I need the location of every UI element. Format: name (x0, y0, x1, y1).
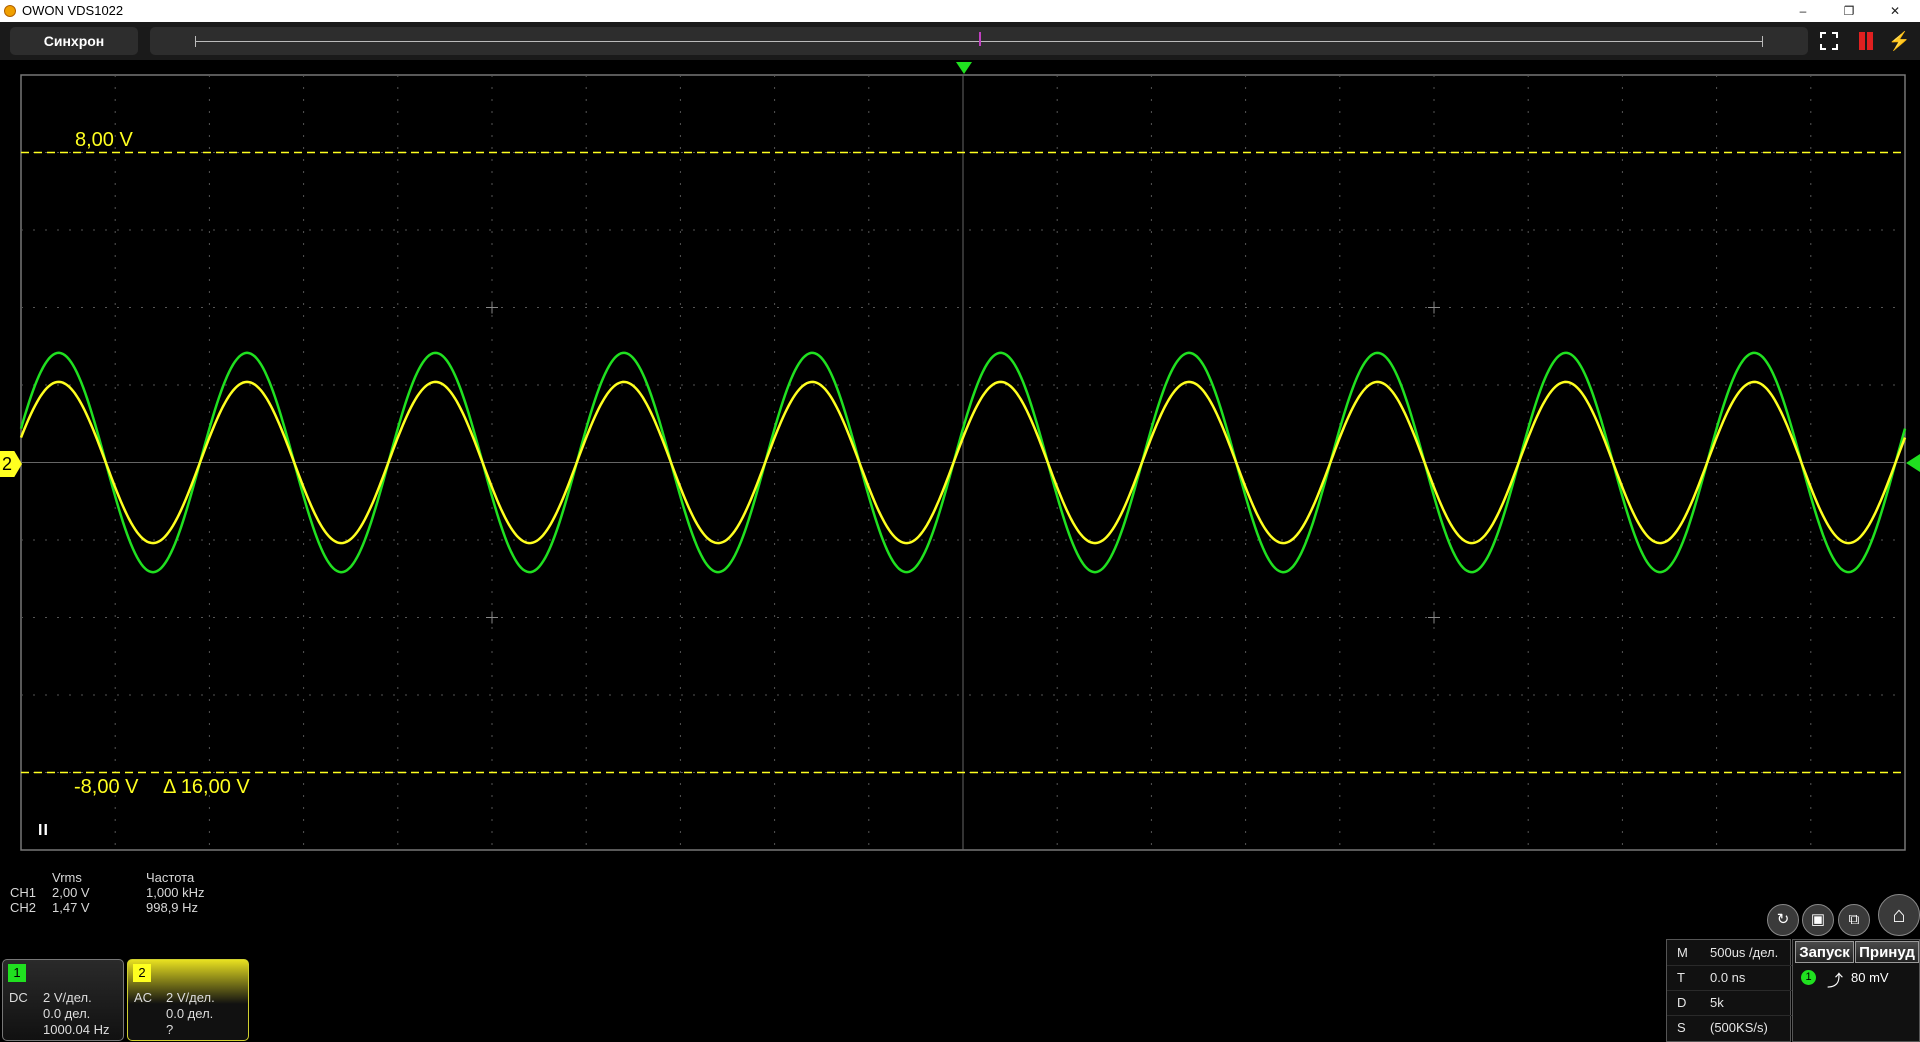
timebase-row-t: T 0.0 ns (1667, 965, 1792, 991)
home-icon[interactable]: ⌂ (1878, 894, 1920, 936)
row-key: S (1677, 1020, 1686, 1035)
window-title: OWON VDS1022 (22, 3, 124, 18)
row-key: D (1677, 995, 1687, 1010)
channel-1-box[interactable]: 1 DC 2 V/дел. 0.0 дел. 1000.04 Hz (2, 959, 124, 1041)
timebase-panel[interactable]: M 500us /дел. T 0.0 ns D 5k S (500KS/s) (1666, 939, 1792, 1042)
channel-offset: 0.0 дел. (166, 1006, 214, 1021)
run-state-indicator: II (38, 822, 49, 839)
channel-frequency: 1000.04 Hz (43, 1022, 110, 1037)
meas-ch1-label: CH1 (10, 885, 37, 900)
channel-number: 2 (133, 964, 151, 982)
cursor-top-label: 8,00 V (75, 129, 133, 151)
channel-number: 1 (8, 964, 26, 982)
meas-ch2-label: CH2 (10, 900, 37, 915)
timebase-row-d: D 5k (1667, 990, 1792, 1016)
cursor-bottom-label: -8,00 V (74, 776, 139, 798)
force-trigger-button[interactable]: Принуд (1855, 941, 1919, 963)
meas-ch1-vrms: 2,00 V (52, 885, 90, 900)
pause-icon[interactable] (1855, 30, 1877, 52)
scope-screen[interactable] (19, 74, 1907, 851)
timebase-row-s: S (500KS/s) (1667, 1015, 1792, 1040)
channel-coupling: DC (9, 990, 28, 1005)
timeline-start-cap (195, 36, 196, 47)
trigger-level[interactable]: 80 mV (1851, 970, 1889, 985)
trigger-level-marker[interactable] (1906, 454, 1920, 472)
close-button[interactable]: ✕ (1872, 0, 1918, 22)
channel-scale: 2 V/дел. (43, 990, 92, 1005)
row-key: T (1677, 970, 1685, 985)
toolbar: Синхрон ⚡ (0, 22, 1920, 60)
meas-header-freq: Частота (146, 870, 195, 885)
channel-2-box[interactable]: 2 AC 2 V/дел. 0.0 дел. ? (127, 959, 249, 1041)
meas-ch2-vrms: 1,47 V (52, 900, 90, 915)
trigger-source-badge: 1 (1801, 970, 1816, 985)
save-icon[interactable]: ▣ (1802, 904, 1834, 936)
row-value: 5k (1710, 995, 1724, 1010)
channel-offset: 0.0 дел. (43, 1006, 91, 1021)
channel-scale: 2 V/дел. (166, 990, 215, 1005)
restore-button[interactable]: ❐ (1826, 0, 1872, 22)
start-button[interactable]: Запуск (1795, 941, 1854, 963)
waveform-display (19, 74, 1907, 851)
row-key: M (1677, 945, 1688, 960)
row-value: 0.0 ns (1710, 970, 1746, 985)
channel-frequency: ? (166, 1022, 174, 1037)
app-logo-icon (4, 5, 16, 17)
window-icon[interactable]: ⧉ (1838, 904, 1870, 936)
row-value: 500us /дел. (1710, 945, 1779, 960)
trigger-position-marker[interactable] (956, 62, 972, 74)
row-value: (500KS/s) (1710, 1020, 1768, 1035)
autoset-icon[interactable]: ↻ (1767, 904, 1799, 936)
timebase-scrollbar[interactable] (150, 27, 1808, 55)
title-bar: OWON VDS1022 – ❐ ✕ (0, 0, 1920, 22)
meas-ch2-freq: 998,9 Hz (146, 900, 199, 915)
cursor-delta-label: Δ 16,00 V (163, 776, 250, 798)
meas-header-vrms: Vrms (52, 870, 82, 885)
ch2-offset-marker[interactable]: 2 (0, 451, 22, 477)
timebase-row-m: M 500us /дел. (1667, 940, 1792, 966)
timeline-end-cap (1762, 36, 1763, 47)
fullscreen-icon[interactable] (1820, 32, 1838, 50)
rising-edge-icon[interactable]: ⤴ (1827, 967, 1843, 991)
minimize-button[interactable]: – (1780, 0, 1826, 22)
meas-ch1-freq: 1,000 kHz (146, 885, 205, 900)
timeline-position-marker[interactable] (979, 32, 981, 46)
lightning-icon[interactable]: ⚡ (1888, 30, 1910, 52)
sync-button[interactable]: Синхрон (10, 27, 138, 55)
channel-coupling: AC (134, 990, 153, 1005)
trigger-panel: Запуск Принуд 1 ⤴ 80 mV (1792, 939, 1920, 1042)
